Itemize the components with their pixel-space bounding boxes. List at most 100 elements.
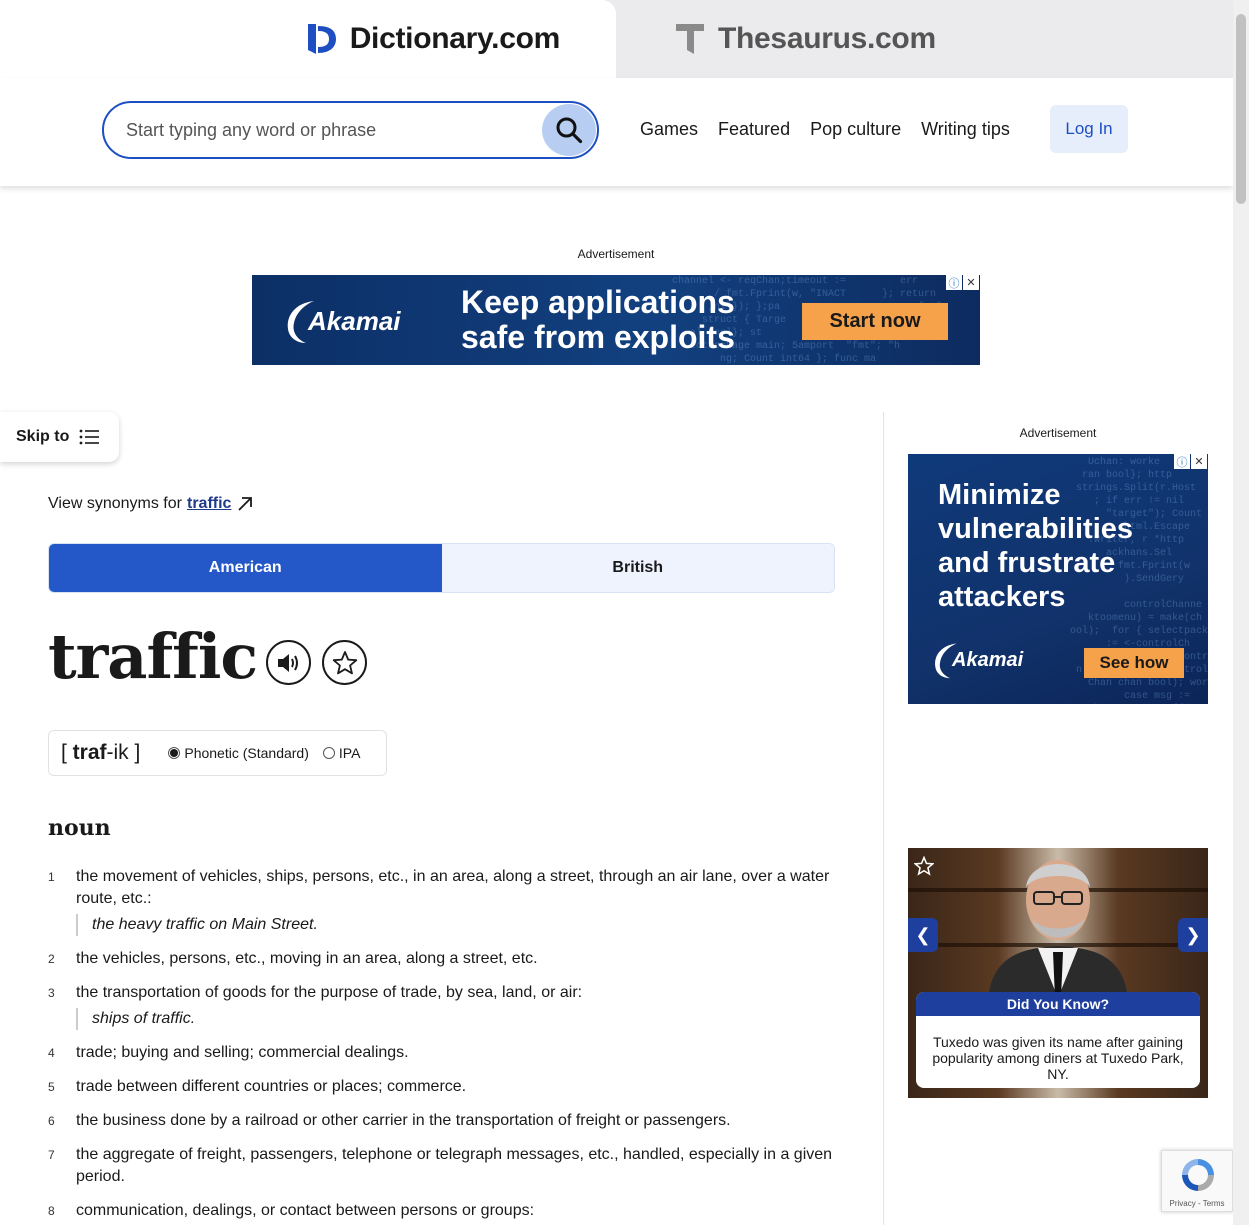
side-ad-headline-line-3: and frustrate <box>938 547 1116 579</box>
synonyms-link[interactable]: traffic <box>187 495 231 513</box>
thesaurus-wordmark: Thesaurus.com <box>718 22 936 55</box>
toggle-american[interactable]: American <box>49 544 442 592</box>
definition-item: 2 the vehicles, persons, etc., moving in… <box>48 948 838 970</box>
definition-example: the heavy traffic on Main Street. <box>76 914 838 936</box>
did-you-know-card[interactable]: Did You Know? Tuxedo was given its name … <box>916 992 1200 1088</box>
tab-dictionary[interactable]: Dictionary.com <box>0 0 616 78</box>
definition-text: trade between different countries or pla… <box>76 1078 467 1095</box>
external-arrow-icon[interactable] <box>236 495 254 513</box>
dictionary-brand: Dictionary.com <box>306 22 560 56</box>
definition-list: 1 the movement of vehicles, ships, perso… <box>48 866 838 1225</box>
definition-text: the vehicles, persons, etc., moving in a… <box>76 950 538 967</box>
definition-text: the business done by a railroad or other… <box>76 1112 731 1129</box>
akamai-logo: Akamai <box>932 640 1023 680</box>
nav-pop-culture[interactable]: Pop culture <box>810 119 901 140</box>
definition-number: 6 <box>48 1114 55 1128</box>
pron-stressed-syllable: traf <box>72 741 107 764</box>
radio-selected-icon <box>168 747 181 759</box>
top-ad-headline-line-1: Keep applications <box>461 284 735 320</box>
top-ad-headline-line-2: safe from exploits <box>461 319 735 355</box>
definition-text: the aggregate of freight, passengers, te… <box>76 1146 833 1185</box>
definition-text: trade; buying and selling; commercial de… <box>76 1044 409 1061</box>
side-ad-headline-line-4: attackers <box>938 581 1066 613</box>
thesaurus-brand: Thesaurus.com <box>674 22 936 56</box>
side-ad-label: Advertisement <box>1019 426 1097 440</box>
part-of-speech: noun <box>48 815 111 841</box>
chevron-right-icon: ❯ <box>1185 924 1201 945</box>
akamai-wordmark: Akamai <box>308 305 401 336</box>
search-box <box>102 101 599 159</box>
definition-text: the transportation of goods for the purp… <box>76 984 583 1001</box>
ad-close-icon[interactable]: ✕ <box>963 275 979 290</box>
nav-games[interactable]: Games <box>640 119 698 140</box>
top-ad-cta-button[interactable]: Start now <box>802 303 948 340</box>
dictionary-logo-icon <box>307 24 336 54</box>
definition-number: 2 <box>48 952 55 966</box>
definition-item: 5 trade between different countries or p… <box>48 1076 838 1098</box>
definition-example: ships of traffic. <box>76 1008 838 1030</box>
favorite-star-icon[interactable] <box>914 856 934 876</box>
scrollbar-thumb[interactable] <box>1236 14 1246 204</box>
carousel-prev-button[interactable]: ❮ <box>908 918 938 952</box>
definition-item: 8 communication, dealings, or contact be… <box>48 1200 838 1222</box>
carousel-next-button[interactable]: ❯ <box>1178 918 1208 952</box>
chevron-left-icon: ❮ <box>915 924 931 945</box>
definition-number: 5 <box>48 1080 55 1094</box>
search-button[interactable] <box>542 104 596 156</box>
search-icon <box>556 117 583 144</box>
ad-close-icon[interactable]: ✕ <box>1191 454 1207 469</box>
side-ad-banner[interactable]: Uchan: worke ran bool}; http strings.Spl… <box>908 454 1208 704</box>
pron-open-bracket: [ <box>61 741 73 764</box>
favorite-button[interactable] <box>322 640 367 685</box>
ipa-label: IPA <box>338 745 361 761</box>
ad-info-icon[interactable]: ⓘ <box>946 275 962 290</box>
pron-close-bracket: ] <box>128 741 141 764</box>
did-you-know-text: Tuxedo was given its name after gaining … <box>932 1034 1184 1082</box>
pronunciation: [ traf-ik ] <box>61 741 140 765</box>
recaptcha-logo-icon <box>1182 1159 1214 1191</box>
synonyms-prefix: View synonyms for <box>48 495 182 512</box>
man-portrait-image <box>988 860 1128 998</box>
dictionary-wordmark: Dictionary.com <box>349 22 561 55</box>
star-icon <box>332 650 357 674</box>
pronunciation-box: [ traf-ik ] Phonetic (Standard) IPA <box>48 730 387 776</box>
definition-item: 6 the business done by a railroad or oth… <box>48 1110 838 1132</box>
recaptcha-footer[interactable]: Privacy - Terms <box>1162 1199 1232 1208</box>
side-ad-headline-line-2: vulnerabilities <box>938 513 1134 545</box>
ad-info-icon[interactable]: ⓘ <box>1174 454 1190 469</box>
nav-featured[interactable]: Featured <box>718 119 790 140</box>
skip-to-label: Skip to <box>16 428 70 445</box>
page-scrollbar[interactable] <box>1233 0 1249 1225</box>
akamai-logo: Akamai <box>284 297 401 345</box>
definition-text: the movement of vehicles, ships, persons… <box>76 868 830 907</box>
toggle-british[interactable]: British <box>441 544 834 592</box>
definition-number: 8 <box>48 1204 55 1218</box>
definition-number: 1 <box>48 870 55 884</box>
side-ad-headline-line-1: Minimize <box>938 479 1061 511</box>
speaker-icon <box>277 653 298 672</box>
top-ad-banner[interactable]: channel <- reqChan;timeout := err / fmt.… <box>252 275 980 365</box>
did-you-know-carousel: ❮ ❯ Did You Know? Tuxedo was given its n… <box>908 848 1208 1098</box>
recaptcha-badge[interactable]: Privacy - Terms <box>1161 1150 1233 1212</box>
skip-to-button[interactable]: Skip to <box>0 412 119 462</box>
definition-number: 4 <box>48 1046 55 1060</box>
definition-number: 3 <box>48 986 55 1000</box>
top-ad-headline: Keep applications safe from exploits <box>461 285 735 355</box>
definition-item: 7 the aggregate of freight, passengers, … <box>48 1144 838 1188</box>
did-you-know-title: Did You Know? <box>916 992 1200 1016</box>
akamai-wordmark: Akamai <box>952 648 1024 671</box>
search-input[interactable] <box>126 116 526 144</box>
phonetic-radio[interactable]: Phonetic (Standard) <box>168 745 309 761</box>
side-ad-cta-button[interactable]: See how <box>1084 648 1184 678</box>
site-header: Games Featured Pop culture Writing tips … <box>0 78 1233 186</box>
tab-thesaurus[interactable]: Thesaurus.com <box>616 0 1233 78</box>
site-switcher: Dictionary.com Thesaurus.com <box>0 0 1233 78</box>
radio-unselected-icon <box>322 747 335 759</box>
login-button[interactable]: Log In <box>1050 105 1128 153</box>
main-nav: Games Featured Pop culture Writing tips <box>640 119 1010 140</box>
ipa-radio[interactable]: IPA <box>322 745 361 761</box>
nav-writing-tips[interactable]: Writing tips <box>921 119 1010 140</box>
view-synonyms: View synonyms for traffic <box>48 495 254 513</box>
pron-rest: -ik <box>106 741 129 764</box>
pronounce-audio-button[interactable] <box>266 640 311 685</box>
